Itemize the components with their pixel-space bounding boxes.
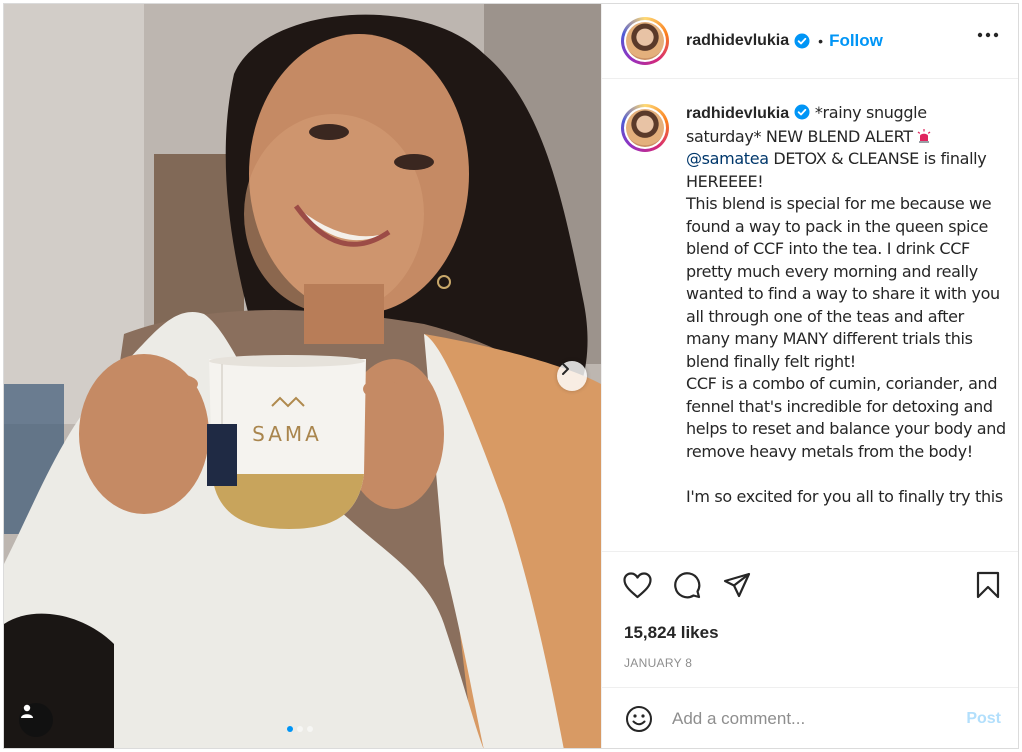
share-button[interactable] xyxy=(722,570,752,600)
siren-icon xyxy=(917,128,931,143)
share-icon xyxy=(723,572,751,598)
verified-icon xyxy=(794,33,810,49)
caption-username[interactable]: radhidevlukia xyxy=(686,105,789,122)
caption-area[interactable]: radhidevlukia *rainy snuggle saturday* N… xyxy=(602,80,1018,550)
emoji-icon xyxy=(626,706,652,732)
post-modal: SAMA radhidevlukia • Follow radhidevluki… xyxy=(3,3,1019,749)
post-side-panel: radhidevlukia • Follow radhidevlukia *ra… xyxy=(601,4,1018,748)
carousel-next-button[interactable] xyxy=(557,361,587,391)
header-separator: • xyxy=(818,33,824,49)
comment-bar: Post xyxy=(602,687,1018,748)
post-date: JANUARY 8 xyxy=(624,656,693,670)
verified-icon xyxy=(794,104,810,120)
comment-input[interactable] xyxy=(672,709,942,729)
tagged-users-button[interactable] xyxy=(19,703,53,737)
caption-avatar[interactable] xyxy=(621,104,669,152)
carousel-dot xyxy=(287,726,293,732)
heart-icon xyxy=(622,571,652,598)
save-button[interactable] xyxy=(973,570,1003,600)
post-header: radhidevlukia • Follow xyxy=(602,4,1018,79)
comment-button[interactable] xyxy=(672,570,702,600)
comment-icon xyxy=(674,572,701,599)
avatar-image xyxy=(626,109,664,147)
avatar[interactable] xyxy=(621,17,669,65)
caption: radhidevlukia *rainy snuggle saturday* N… xyxy=(621,102,1007,508)
carousel-dot xyxy=(297,726,303,732)
caption-body-2: DETOX & CLEANSE is finally HEREEEE! This… xyxy=(686,149,1006,506)
post-actions: 15,824 likes JANUARY 8 xyxy=(602,551,1018,691)
like-button[interactable] xyxy=(622,570,652,600)
user-tag-icon xyxy=(21,704,33,718)
post-comment-button[interactable]: Post xyxy=(966,710,1001,728)
follow-button[interactable]: Follow xyxy=(829,31,883,51)
post-photo[interactable]: SAMA xyxy=(4,4,601,748)
carousel-dot xyxy=(307,726,313,732)
author-username[interactable]: radhidevlukia xyxy=(686,32,789,50)
bookmark-icon xyxy=(976,571,1000,599)
caption-mention[interactable]: @samatea xyxy=(686,149,769,168)
caption-text: radhidevlukia *rainy snuggle saturday* N… xyxy=(686,102,1006,508)
photo-illustration: SAMA xyxy=(4,4,601,748)
emoji-button[interactable] xyxy=(624,704,654,734)
more-icon[interactable] xyxy=(977,32,999,38)
action-icons xyxy=(622,570,752,600)
chevron-right-icon xyxy=(562,363,569,375)
mug-brand: SAMA xyxy=(252,422,322,446)
avatar-image xyxy=(626,22,664,60)
carousel-indicator xyxy=(287,726,313,732)
likes-count[interactable]: 15,824 likes xyxy=(624,623,719,643)
